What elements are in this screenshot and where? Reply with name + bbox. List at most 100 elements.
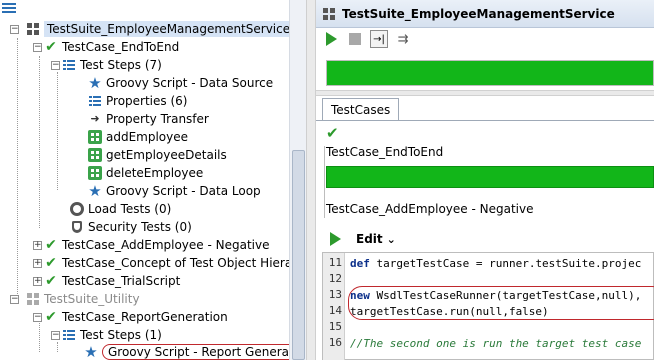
check-icon: ✔ — [45, 237, 57, 253]
collapse-icon[interactable]: − — [33, 42, 42, 52]
code-line[interactable]: 15 — [323, 320, 654, 336]
tree-item-label: Test Steps (7) — [80, 58, 162, 72]
tree-item-label: TestCase_EndToEnd — [62, 40, 180, 54]
line-number: 11 — [328, 256, 342, 269]
testcase-entry[interactable]: TestCase_EndToEnd — [326, 145, 654, 159]
tree-item-testcase[interactable]: + ✔ TestCase_AddEmployee - Negative — [33, 236, 269, 254]
expand-icon[interactable]: + — [33, 258, 42, 268]
collapse-icon[interactable]: − — [10, 24, 19, 34]
tree-item-security-tests[interactable]: Security Tests (0) — [70, 218, 192, 236]
tree-item-step[interactable]: ➜ Property Transfer — [88, 110, 209, 128]
script-editor[interactable]: 11 def targetTestCase = runner.testSuite.… — [322, 252, 654, 360]
tree-item-label: TestCase_AddEmployee - Negative — [62, 238, 270, 252]
star-icon: ★ — [88, 74, 102, 92]
collapse-icon[interactable]: − — [10, 294, 19, 304]
suite-icon — [26, 292, 40, 306]
code-text: //The second one is run the target test … — [350, 337, 642, 350]
panel-titlebar: TestSuite_EmployeeManagementService — [316, 0, 654, 28]
tree-item-label: Properties (6) — [106, 94, 188, 108]
tree-item-label: TestCase_TrialScript — [62, 274, 181, 288]
check-icon: ✔ — [45, 39, 57, 55]
panel-toolbar: →| ⇉ — [316, 28, 654, 50]
panel-title: TestSuite_EmployeeManagementService — [342, 6, 615, 21]
script-toolbar: Edit ⌄ — [316, 228, 654, 250]
tab-testcases[interactable]: TestCases — [322, 98, 400, 120]
tree-item-label: Groovy Script - Data Loop — [106, 184, 261, 198]
navigator-icon — [2, 2, 16, 14]
expand-icon[interactable]: + — [33, 276, 42, 286]
tree-item-step[interactable]: addEmployee — [88, 128, 188, 146]
horizontal-splitter[interactable] — [316, 90, 654, 96]
steps-icon — [62, 328, 76, 342]
tree-item-testcase[interactable]: + ✔ TestCase_TrialScript — [33, 272, 180, 290]
tree-item-label: deleteEmployee — [106, 166, 204, 180]
steps-icon — [88, 94, 102, 108]
tree-item-label: Groovy Script - Data Source — [106, 76, 274, 90]
tree-item-suite[interactable]: − TestSuite_EmployeeManagementService — [10, 20, 294, 38]
tree-item-label: TestSuite_EmployeeManagementService — [44, 21, 294, 37]
chevron-down-icon: ⌄ — [386, 232, 396, 246]
edit-menu[interactable]: Edit ⌄ — [356, 232, 396, 246]
progress-fill — [327, 61, 653, 85]
tree-item-label: Property Transfer — [106, 112, 209, 126]
check-icon: ✔ — [45, 255, 57, 271]
suite-editor-panel: TestSuite_EmployeeManagementService →| ⇉… — [316, 0, 654, 360]
soapui-window: − TestSuite_EmployeeManagementService − … — [0, 0, 654, 360]
stop-icon[interactable] — [346, 30, 364, 48]
tree-item-suite[interactable]: − TestSuite_Utility — [10, 290, 140, 308]
code-line[interactable]: 16 //The second one is run the target tes… — [323, 336, 654, 352]
tree-item-test-steps[interactable]: − Test Steps (7) — [51, 56, 162, 74]
star-icon: ★ — [84, 343, 98, 360]
soap-request-icon — [88, 130, 102, 144]
code-line[interactable]: 11 def targetTestCase = runner.testSuite.… — [323, 256, 654, 272]
tree-item-label: Load Tests (0) — [88, 202, 172, 216]
parallel-run-icon[interactable]: ⇉ — [394, 30, 412, 48]
play-icon[interactable] — [326, 230, 344, 248]
tree-item-step[interactable]: deleteEmployee — [88, 164, 203, 182]
highlight-oval — [348, 286, 654, 320]
testcase-progress-bar — [326, 166, 654, 188]
edit-menu-label: Edit — [356, 232, 383, 246]
tree-item-test-steps[interactable]: − Test Steps (1) — [51, 326, 162, 344]
code-text: def targetTestCase = runner.testSuite.pr… — [350, 257, 642, 270]
panel-splitter[interactable] — [306, 0, 316, 360]
tree-item-testcase[interactable]: + ✔ TestCase_Concept of Test Object Hier… — [33, 254, 306, 272]
collapse-icon[interactable]: − — [51, 60, 60, 70]
tree-item-step[interactable]: Properties (6) — [88, 92, 187, 110]
tree-item-load-tests[interactable]: Load Tests (0) — [70, 200, 171, 218]
tree-item-step[interactable]: ★ Groovy Script - Report Generation — [84, 343, 306, 360]
tree-scrollbar[interactable] — [289, 0, 306, 360]
tree-item-label: Test Steps (1) — [80, 328, 162, 342]
check-icon: ✔ — [45, 273, 57, 289]
sequential-run-icon[interactable]: →| — [370, 30, 388, 48]
soap-request-icon — [88, 148, 102, 162]
collapse-icon[interactable]: − — [33, 312, 42, 322]
tree-item-label: TestSuite_Utility — [44, 292, 140, 306]
line-number: 12 — [328, 272, 342, 285]
tree-item-label: TestCase_ReportGeneration — [62, 310, 228, 324]
collapse-icon[interactable]: − — [51, 330, 60, 340]
star-icon: ★ — [88, 182, 102, 200]
suite-icon — [322, 7, 336, 21]
tree-item-step[interactable]: getEmployeeDetails — [88, 146, 227, 164]
line-number: 13 — [328, 288, 342, 301]
play-icon[interactable] — [322, 30, 340, 48]
tree-item-testcase[interactable]: − ✔ TestCase_ReportGeneration — [33, 308, 228, 326]
steps-icon — [62, 58, 76, 72]
tree-item-label: TestCase_Concept of Test Object Hierarch — [62, 256, 306, 270]
transfer-icon: ➜ — [90, 112, 100, 125]
tree-item-label: addEmployee — [106, 130, 189, 144]
check-icon: ✔ — [326, 124, 339, 142]
scrollbar-thumb[interactable] — [292, 150, 305, 360]
suite-icon — [26, 22, 40, 36]
expand-icon[interactable]: + — [33, 240, 42, 250]
tree-item-step[interactable]: ★ Groovy Script - Data Source — [88, 74, 273, 92]
gauge-icon — [70, 202, 84, 216]
line-number: 16 — [328, 336, 342, 349]
tree-item-label: Groovy Script - Report Generation — [102, 344, 306, 360]
check-icon: ✔ — [45, 309, 57, 325]
tree-item-step[interactable]: ★ Groovy Script - Data Loop — [88, 182, 261, 200]
testcase-entry[interactable]: TestCase_AddEmployee - Negative — [326, 202, 654, 216]
line-number: 15 — [328, 320, 342, 333]
tree-item-testcase[interactable]: − ✔ TestCase_EndToEnd — [33, 38, 179, 56]
